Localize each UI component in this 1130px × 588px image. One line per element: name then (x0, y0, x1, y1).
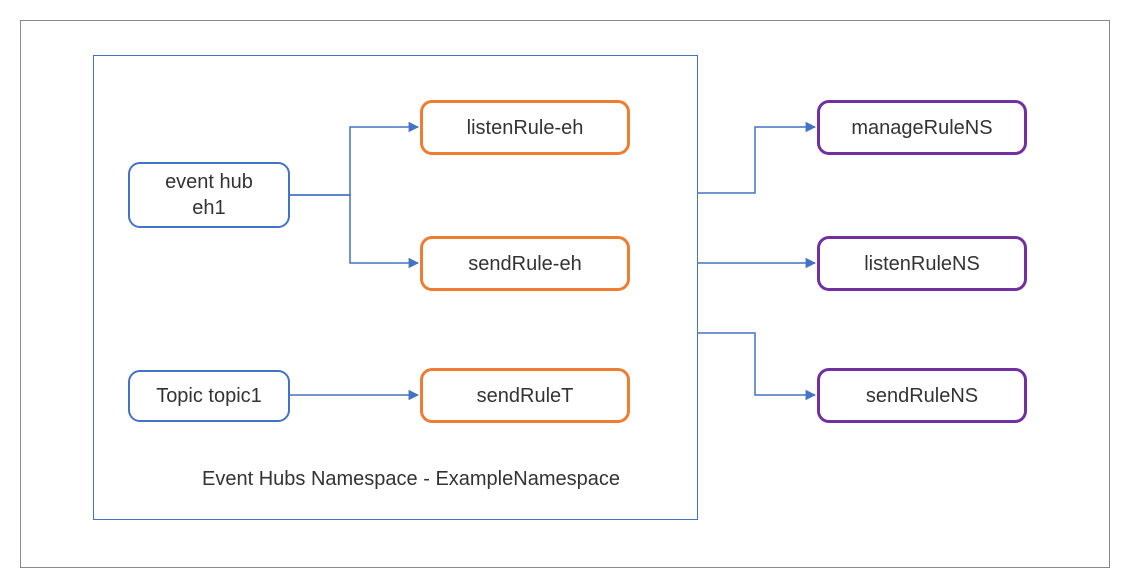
send-rule-ns-label: sendRuleNS (866, 383, 978, 409)
send-rule-t: sendRuleT (420, 368, 630, 423)
listen-rule-eh: listenRule-eh (420, 100, 630, 155)
listen-rule-eh-label: listenRule-eh (467, 115, 584, 141)
listen-rule-ns-label: listenRuleNS (864, 251, 980, 277)
send-rule-eh: sendRule-eh (420, 236, 630, 291)
topic-entity: Topic topic1 (128, 370, 290, 422)
event-hub-label-line1: event hub (165, 171, 253, 193)
topic-label: Topic topic1 (156, 383, 262, 409)
listen-rule-ns: listenRuleNS (817, 236, 1027, 291)
send-rule-eh-label: sendRule-eh (468, 251, 581, 277)
manage-rule-ns: manageRuleNS (817, 100, 1027, 155)
manage-rule-ns-label: manageRuleNS (851, 115, 992, 141)
send-rule-t-label: sendRuleT (477, 383, 574, 409)
event-hub-entity: event hub eh1 (128, 162, 290, 228)
namespace-caption: Event Hubs Namespace - ExampleNamespace (202, 468, 620, 491)
send-rule-ns: sendRuleNS (817, 368, 1027, 423)
event-hub-label-line2: eh1 (192, 197, 225, 219)
